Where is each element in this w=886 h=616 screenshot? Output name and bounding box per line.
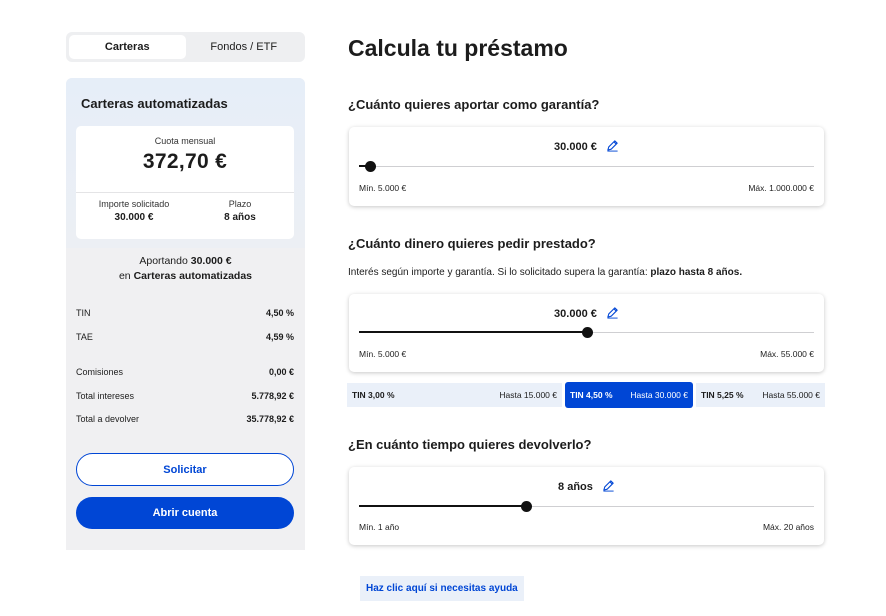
row-label: Total intereses	[76, 391, 135, 401]
loan-min: Mín. 5.000 €	[359, 349, 407, 359]
page-title: Calcula tu préstamo	[348, 35, 568, 61]
pencil-icon[interactable]	[606, 306, 619, 322]
aport-prefix: Aportando	[139, 255, 188, 267]
tin-tier-1: TIN 3,00 % Hasta 15.000 €	[347, 383, 562, 407]
loan-note-bold: plazo hasta 8 años.	[650, 267, 743, 278]
loan-value-display: 30.000 €	[349, 306, 824, 322]
summary-row-tae: TAE 4,59 %	[76, 332, 294, 342]
tier-tin: TIN 4,50 %	[570, 390, 613, 400]
tin-tier-3: TIN 5,25 % Hasta 55.000 €	[696, 383, 825, 407]
guarantee-slider-thumb[interactable]	[365, 161, 377, 172]
loan-note: Interés según importe y garantía. Si lo …	[348, 267, 742, 278]
divider	[76, 192, 294, 193]
row-label: TAE	[76, 332, 93, 342]
summary-title: Carteras automatizadas	[81, 96, 228, 111]
loan-term: Plazo 8 años	[194, 199, 286, 223]
loan-term-value: 8 años	[224, 212, 256, 223]
loan-question: ¿Cuánto dinero quieres pedir prestado?	[348, 236, 596, 251]
summary-row-commissions: Comisiones 0,00 €	[76, 367, 294, 377]
row-value: 4,59 %	[265, 332, 294, 342]
guarantee-slider-card: 30.000 € Mín. 5.000 € Máx. 1.000.000 €	[349, 127, 824, 206]
term-slider-track[interactable]	[359, 501, 814, 512]
monthly-quota-label: Cuota mensual	[154, 136, 216, 146]
loan-slider-thumb[interactable]	[581, 327, 593, 338]
aport-in: en	[118, 270, 131, 282]
row-value: 0,00 €	[268, 367, 294, 377]
product-tabs: Carteras Fondos / ETF	[66, 32, 305, 62]
guarantee-slider-track[interactable]	[359, 161, 814, 172]
tier-tin: TIN 5,25 %	[701, 390, 744, 400]
loan-slider-card: 30.000 € Mín. 5.000 € Máx. 55.000 €	[349, 294, 824, 372]
tier-limit: Hasta 55.000 €	[762, 390, 820, 400]
row-value: 35.778,92 €	[246, 414, 294, 424]
loan-note-text: Interés según importe y garantía. Si lo …	[348, 267, 648, 278]
term-min: Mín. 1 año	[359, 522, 400, 532]
help-link[interactable]: Haz clic aquí si necesitas ayuda	[360, 576, 524, 601]
tin-tier-2: TIN 4,50 % Hasta 30.000 €	[565, 382, 693, 408]
requested-amount: Importe solicitado 30.000 €	[84, 199, 184, 223]
loan-slider-fill	[359, 331, 587, 333]
loan-max: Máx. 55.000 €	[760, 349, 814, 359]
open-account-button[interactable]: Abrir cuenta	[76, 497, 294, 529]
row-label: Total a devolver	[76, 414, 140, 424]
tier-limit: Hasta 15.000 €	[499, 390, 557, 400]
loan-term-label: Plazo	[228, 199, 252, 209]
term-question: ¿En cuánto tiempo quieres devolverlo?	[348, 437, 592, 452]
guarantee-min: Mín. 5.000 €	[359, 183, 407, 193]
row-value: 5.778,92 €	[251, 391, 294, 401]
guarantee-summary: Aportando 30.000 € en Carteras automatiz…	[66, 254, 305, 284]
request-button[interactable]: Solicitar	[76, 453, 294, 486]
term-slider-card: 8 años Mín. 1 año Máx. 20 años	[349, 467, 824, 545]
pencil-icon[interactable]	[606, 139, 619, 155]
row-label: Comisiones	[76, 367, 124, 377]
term-value-display: 8 años	[349, 479, 824, 495]
row-value: 4,50 %	[265, 308, 294, 318]
summary-row-tin: TIN 4,50 %	[76, 308, 294, 318]
guarantee-value: 30.000 €	[554, 140, 597, 153]
loan-value: 30.000 €	[554, 307, 597, 320]
aport-product: Carteras automatizadas	[133, 270, 253, 282]
term-slider-fill	[359, 505, 527, 507]
aport-amount: 30.000 €	[190, 255, 232, 267]
pencil-icon[interactable]	[602, 479, 615, 495]
loan-summary-panel: Carteras automatizadas Cuota mensual 372…	[66, 78, 305, 550]
guarantee-question: ¿Cuánto quieres aportar como garantía?	[348, 97, 600, 112]
term-max: Máx. 20 años	[762, 522, 814, 532]
monthly-quota-value: 372,70 €	[142, 150, 228, 173]
tier-limit: Hasta 30.000 €	[630, 390, 688, 400]
row-label: TIN	[76, 308, 91, 318]
term-value: 8 años	[558, 480, 593, 493]
summary-row-total-interest: Total intereses 5.778,92 €	[76, 391, 294, 401]
summary-row-total-repay: Total a devolver 35.778,92 €	[76, 414, 294, 424]
loan-slider-track[interactable]	[359, 327, 814, 338]
tab-carteras[interactable]: Carteras	[69, 35, 186, 59]
guarantee-value-display: 30.000 €	[349, 139, 824, 155]
term-slider-thumb[interactable]	[521, 501, 533, 512]
requested-amount-label: Importe solicitado	[98, 199, 170, 209]
tin-tiers: TIN 3,00 % Hasta 15.000 € TIN 4,50 % Has…	[347, 382, 825, 408]
quota-card: Cuota mensual 372,70 € Importe solicitad…	[76, 126, 294, 239]
tier-tin: TIN 3,00 %	[352, 390, 395, 400]
tab-fondos-etf[interactable]: Fondos / ETF	[186, 35, 303, 59]
requested-amount-value: 30.000 €	[114, 212, 154, 223]
guarantee-max: Máx. 1.000.000 €	[748, 183, 814, 193]
